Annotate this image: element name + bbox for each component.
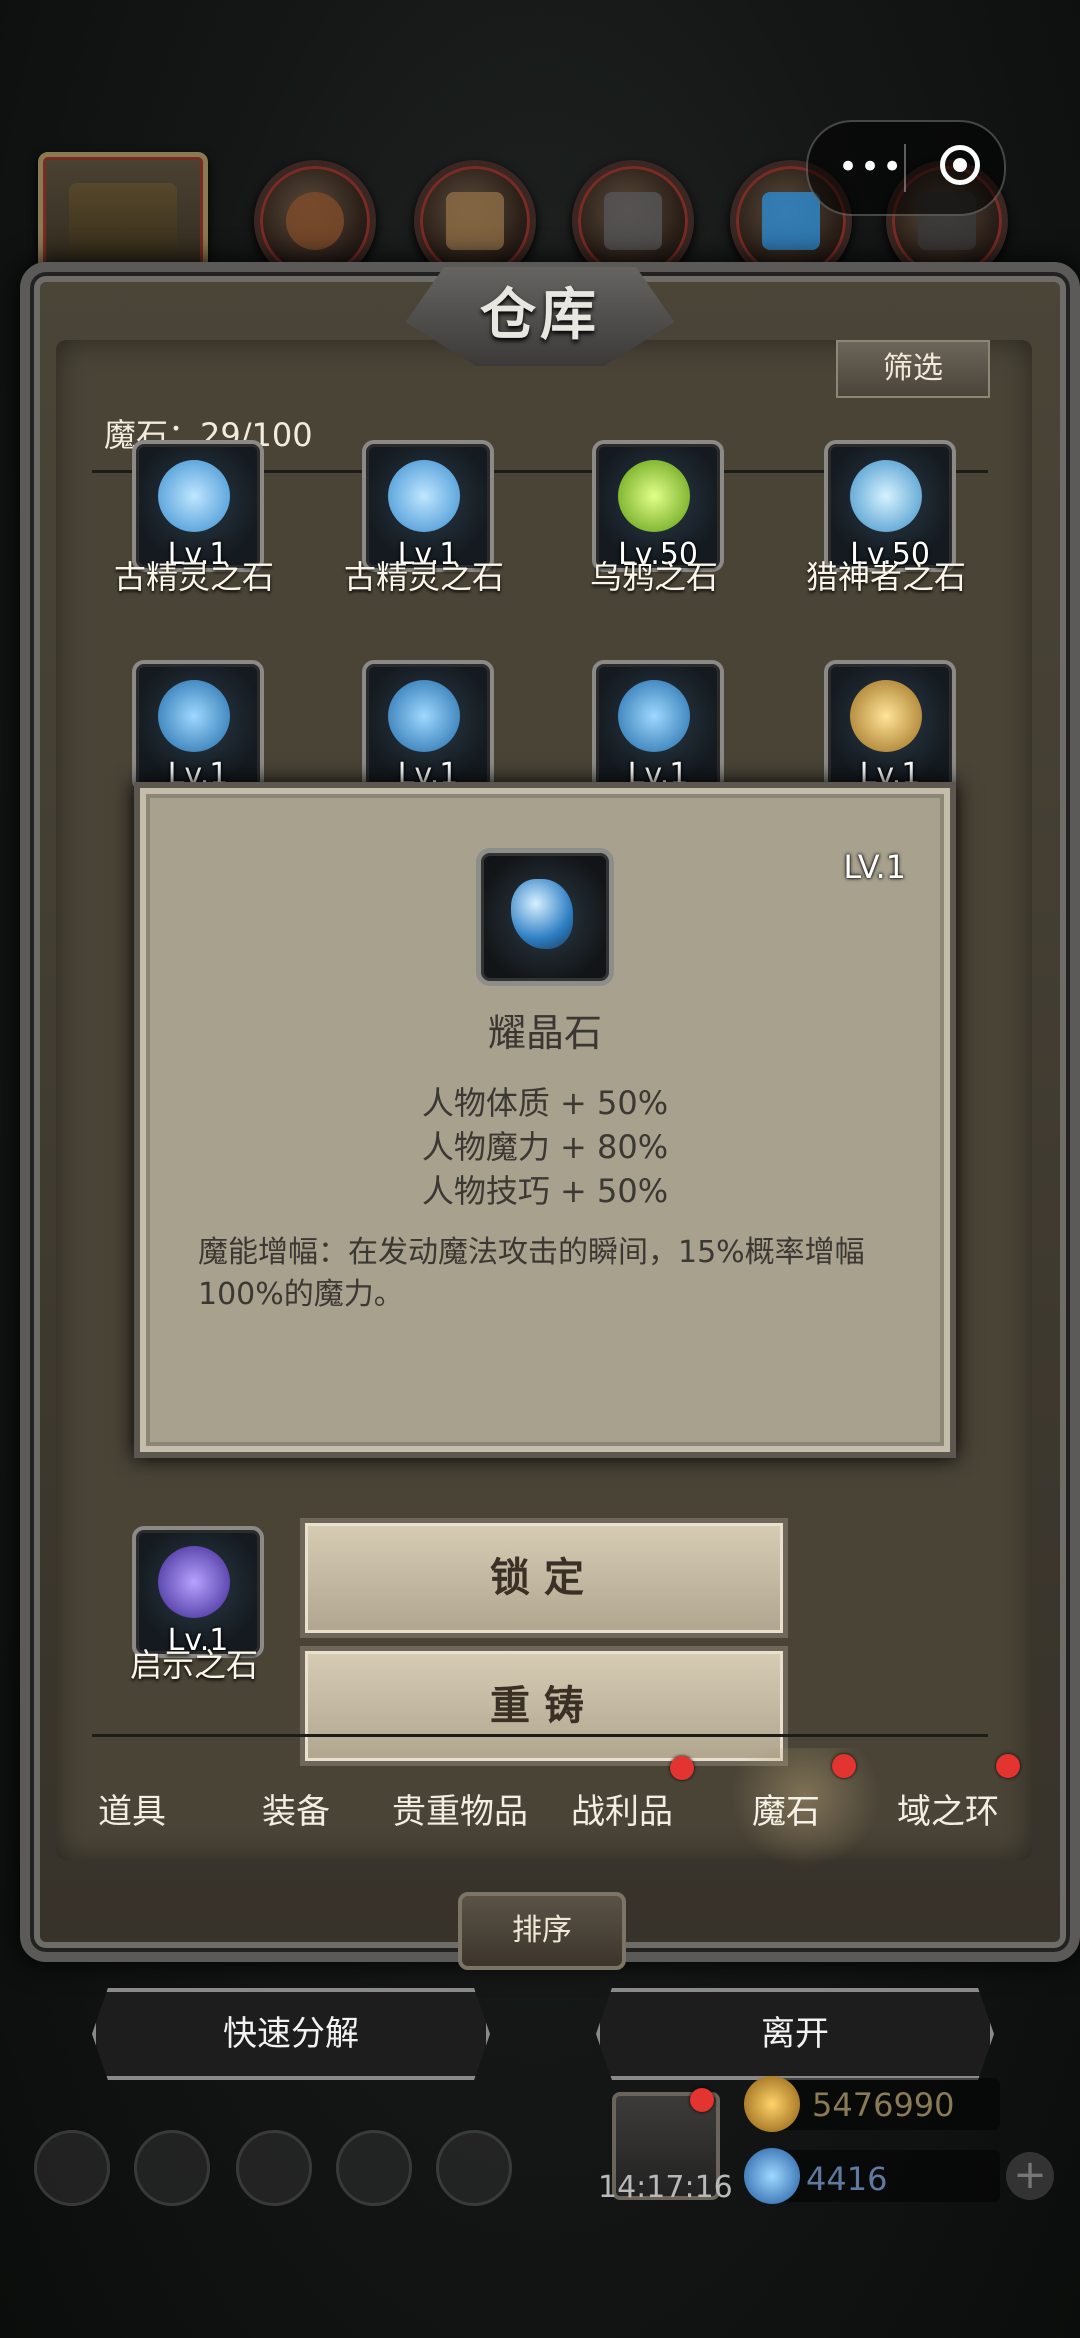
tab-magic-stones[interactable]: 魔石 [706, 1784, 866, 1833]
inventory-item[interactable]: Lv.1 [132, 660, 264, 792]
mail-icon[interactable] [336, 2130, 412, 2206]
add-currency-icon[interactable]: + [1006, 2152, 1054, 2200]
menu-icon[interactable] [34, 2130, 110, 2206]
notification-dot [670, 1756, 694, 1780]
tab-domain-rings[interactable]: 域之环 [868, 1784, 1028, 1833]
capsule-divider [904, 144, 906, 192]
inventory-item[interactable]: Lv.1 [132, 1526, 264, 1658]
tab-equipment[interactable]: 装备 [216, 1784, 376, 1833]
inventory-item[interactable]: Lv.1 [592, 660, 724, 792]
gem-icon [618, 460, 690, 532]
quick-decompose-button[interactable]: 快速分解 [92, 1988, 490, 2080]
menu-icon[interactable] [236, 2130, 312, 2206]
inventory-item[interactable]: Lv.1 [824, 660, 956, 792]
inventory-item[interactable]: Lv.1 [362, 660, 494, 792]
countdown-timer: 14:17:16 [598, 2170, 733, 2205]
sort-button[interactable]: 排序 [458, 1892, 626, 1970]
page-title: 仓库 [480, 282, 600, 348]
recast-button[interactable]: 重铸 [300, 1646, 788, 1766]
item-name: 古精灵之石 [113, 558, 274, 596]
menu-icon[interactable] [134, 2130, 210, 2206]
crystal-icon [511, 879, 573, 949]
miniprogram-capsule: ••• [806, 120, 1006, 216]
divider-bottom [92, 1734, 988, 1737]
menu-icon[interactable] [436, 2130, 512, 2206]
tab-loot[interactable]: 战利品 [542, 1784, 702, 1833]
gold-coin-icon [744, 2076, 800, 2132]
item-name: 启示之石 [129, 1646, 258, 1684]
item-name: 古精灵之石 [343, 558, 504, 596]
tab-valuables[interactable]: 贵重物品 [380, 1784, 540, 1833]
gem-amount: 4416 [806, 2160, 888, 2198]
filter-button[interactable]: 筛选 [836, 340, 990, 398]
gem-icon [158, 460, 230, 532]
detail-stat: 人物魔力 + 80% [421, 1128, 669, 1166]
detail-level: LV.1 [843, 848, 906, 886]
leave-button[interactable]: 离开 [596, 1988, 994, 2080]
tab-items[interactable]: 道具 [52, 1784, 212, 1833]
detail-item-icon [476, 848, 614, 986]
gem-icon [158, 680, 230, 752]
diamond-icon [744, 2148, 800, 2204]
gem-icon [158, 1546, 230, 1618]
gem-icon [388, 680, 460, 752]
gem-icon [618, 680, 690, 752]
gem-icon [388, 460, 460, 532]
gold-amount: 5476990 [812, 2086, 955, 2124]
lock-button[interactable]: 锁定 [300, 1518, 788, 1638]
gem-icon [850, 680, 922, 752]
notification-dot [832, 1754, 856, 1778]
gem-icon [850, 460, 922, 532]
notification-dot [690, 2088, 714, 2112]
item-name: 猎神者之石 [805, 558, 966, 596]
item-name: 乌鸦之石 [589, 558, 718, 596]
detail-description: 魔能增幅：在发动魔法攻击的瞬间，15%概率增幅100%的魔力。 [198, 1235, 865, 1312]
more-icon[interactable]: ••• [838, 150, 904, 184]
item-detail-popup: LV.1 耀晶石 人物体质 + 50% 人物魔力 + 80% 人物技巧 + 50… [134, 782, 956, 1458]
notification-dot [996, 1754, 1020, 1778]
detail-stat: 人物体质 + 50% [421, 1084, 669, 1122]
close-target-icon[interactable] [940, 145, 980, 185]
detail-name: 耀晶石 [487, 1011, 602, 1055]
detail-stat: 人物技巧 + 50% [421, 1172, 669, 1210]
